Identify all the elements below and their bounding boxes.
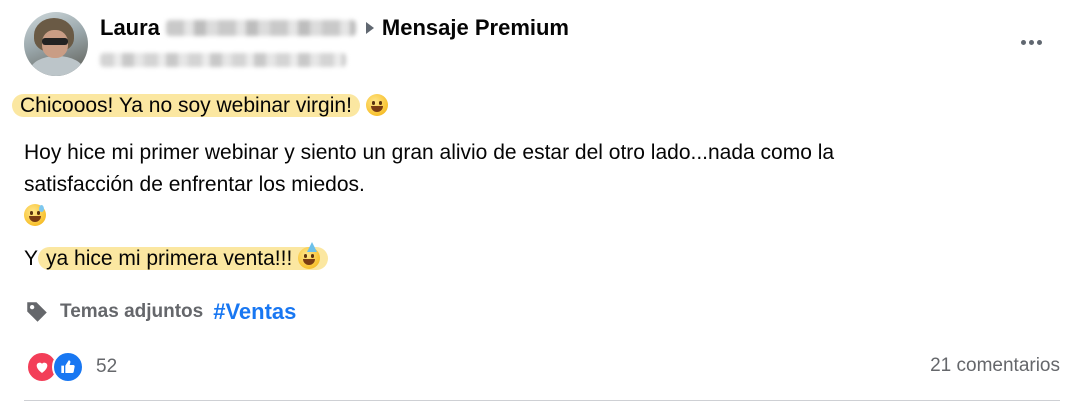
post-line-3: satisfacción de enfrentar los miedos. — [24, 173, 365, 196]
hashtag-link[interactable]: #Ventas — [213, 299, 296, 325]
post-line-5: Yya hice mi primera venta!!! — [24, 242, 329, 272]
highlighted-text: ya hice mi primera venta!!! — [38, 242, 329, 270]
more-options-button[interactable] — [1014, 30, 1048, 54]
reaction-summary[interactable]: 52 — [26, 351, 118, 383]
arrow-right-icon — [365, 22, 374, 34]
highlighted-text: Chicooos! Ya no soy webinar virgin! — [12, 94, 360, 117]
blurred-post-metadata — [100, 53, 346, 67]
like-reaction-icon — [52, 351, 84, 383]
group-name[interactable]: Mensaje Premium — [382, 15, 569, 41]
divider — [24, 400, 1060, 401]
avatar[interactable] — [24, 12, 88, 76]
attached-topics: Temas adjuntos #Ventas — [24, 297, 296, 327]
grinning-sweat-emoji — [24, 204, 46, 226]
post-line-1: Chicooos! Ya no soy webinar virgin! — [12, 93, 388, 119]
reaction-count: 52 — [96, 356, 118, 377]
author-name[interactable]: Laura — [100, 15, 160, 41]
more-options-icon — [1020, 39, 1026, 45]
post-header: Laura Mensaje Premium — [100, 12, 569, 44]
grinning-face-emoji — [365, 94, 388, 116]
line-prefix: Y — [24, 247, 39, 270]
comments-link[interactable]: 21 comentarios — [930, 355, 1060, 377]
blurred-author-surname — [165, 20, 356, 36]
post-line-4 — [24, 203, 46, 229]
partying-face-emoji — [298, 242, 321, 269]
attached-topics-label: Temas adjuntos — [60, 301, 204, 322]
tag-icon — [27, 302, 47, 322]
post-line-2: Hoy hice mi primer webinar y siento un g… — [24, 141, 835, 164]
